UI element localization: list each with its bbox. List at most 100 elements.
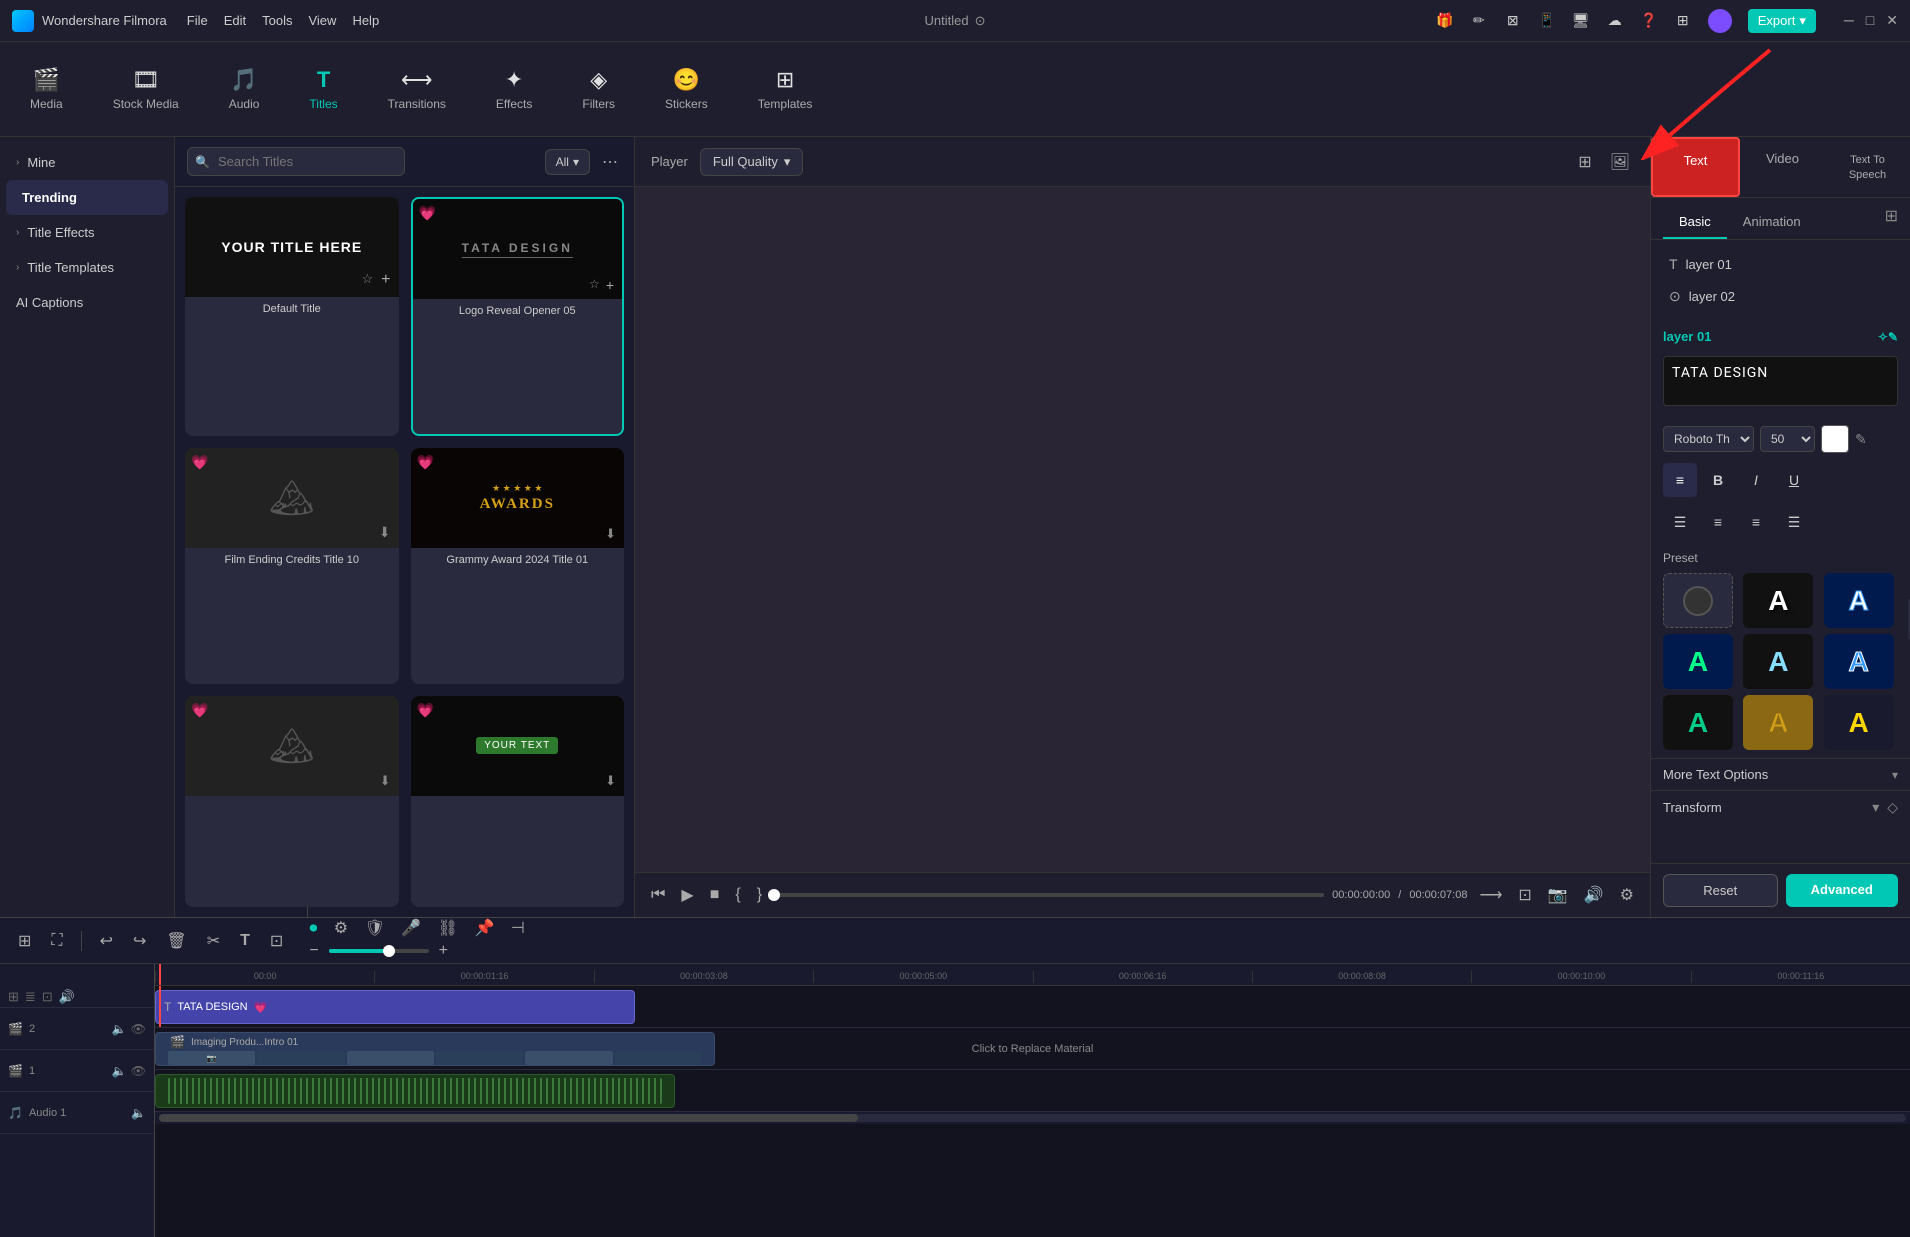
toolbar-media[interactable]: 🎬 Media bbox=[20, 61, 73, 117]
menu-help[interactable]: Help bbox=[352, 13, 379, 28]
tl-record-icon[interactable]: ⏺ bbox=[303, 916, 323, 941]
tab-video[interactable]: Video bbox=[1740, 137, 1825, 197]
phone-icon[interactable]: 📱 bbox=[1538, 12, 1556, 30]
sub-tab-animation[interactable]: Animation bbox=[1727, 206, 1817, 239]
cloud-icon[interactable]: ☁ bbox=[1606, 12, 1624, 30]
default-plus-icon[interactable]: + bbox=[381, 271, 390, 289]
preview-icon[interactable]: 🖼 bbox=[1606, 148, 1634, 176]
tab-text-to-speech[interactable]: Text To Speech bbox=[1825, 137, 1910, 197]
title-card-default[interactable]: YOUR TITLE HERE ☆ + Default Title bbox=[185, 197, 399, 436]
grid-icon[interactable]: ⊞ bbox=[1674, 12, 1692, 30]
preset-4[interactable]: A bbox=[1743, 634, 1813, 689]
panel-title-effects[interactable]: › Title Effects bbox=[0, 215, 174, 250]
tl-zoom-minus-icon[interactable]: − bbox=[303, 938, 324, 964]
preset-8[interactable]: A bbox=[1824, 695, 1894, 750]
film-ending-download-icon[interactable]: ⬇ bbox=[379, 524, 391, 540]
preset-5[interactable]: A bbox=[1824, 634, 1894, 689]
tl-pip-icon[interactable]: ⊡ bbox=[42, 989, 53, 1005]
preset-7[interactable]: A bbox=[1743, 695, 1813, 750]
reset-button[interactable]: Reset bbox=[1663, 874, 1778, 907]
preset-empty[interactable] bbox=[1663, 573, 1733, 628]
player-quality-selector[interactable]: Full Quality ▾ bbox=[700, 148, 804, 176]
skip-back-button[interactable]: ⏮ bbox=[647, 882, 669, 908]
align-center-button[interactable]: ≡ bbox=[1701, 505, 1735, 539]
title-card-6[interactable]: 💗 YOUR TEXT ⬇ bbox=[411, 696, 625, 907]
maximize-button[interactable]: □ bbox=[1866, 12, 1874, 29]
default-star-icon[interactable]: ☆ bbox=[362, 271, 374, 289]
export-button[interactable]: Export ▾ bbox=[1748, 9, 1816, 33]
tl-snap-icon[interactable]: 📌 bbox=[469, 916, 501, 941]
font-color-picker[interactable] bbox=[1821, 425, 1849, 453]
sub-tab-extra-icon[interactable]: ⊞ bbox=[1885, 206, 1898, 239]
layer-02-item[interactable]: ⊙ layer 02 bbox=[1659, 280, 1902, 313]
title-card-logo-reveal[interactable]: 💗 TATA DESIGN ☆ + Logo Reveal Opener 05 bbox=[411, 197, 625, 436]
track2-speaker-icon[interactable]: 🔈 bbox=[112, 1022, 127, 1036]
tl-layout-icon[interactable]: ⊞ bbox=[12, 927, 37, 955]
logo-reveal-star-icon[interactable]: ☆ bbox=[589, 277, 600, 293]
panel-trending[interactable]: Trending bbox=[6, 180, 168, 215]
scroll-track[interactable] bbox=[159, 1114, 1906, 1122]
gift-icon[interactable]: 🎁 bbox=[1436, 12, 1454, 30]
card5-download-icon[interactable]: ⬇ bbox=[380, 773, 391, 788]
minimize-button[interactable]: ─ bbox=[1844, 12, 1854, 29]
toolbar-stickers[interactable]: 😊 Stickers bbox=[655, 61, 718, 117]
grammy-download-icon[interactable]: ⬇ bbox=[605, 526, 616, 542]
font-size-select[interactable]: 50 bbox=[1760, 426, 1815, 452]
toolbar-templates[interactable]: ⊞ Templates bbox=[748, 61, 823, 117]
preset-6[interactable]: A bbox=[1663, 695, 1733, 750]
progress-bar[interactable] bbox=[774, 893, 1324, 897]
card6-download-icon[interactable]: ⬇ bbox=[605, 773, 616, 788]
title-card-film-ending[interactable]: 💗 🏔 ⬇ Film Ending Credits Title 10 bbox=[185, 448, 399, 683]
tl-title-clip[interactable]: T TATA DESIGN 💗 bbox=[155, 990, 635, 1024]
toolbar-effects[interactable]: ✦ Effects bbox=[486, 61, 542, 117]
align-right-button[interactable]: ≡ bbox=[1739, 505, 1773, 539]
toolbar-audio[interactable]: 🎵 Audio bbox=[219, 61, 270, 117]
preset-3[interactable]: A bbox=[1663, 634, 1733, 689]
tl-settings-icon[interactable]: ⚙ bbox=[328, 916, 354, 941]
titles-more-button[interactable]: ⋯ bbox=[598, 148, 622, 176]
preset-1[interactable]: A bbox=[1743, 573, 1813, 628]
tl-clip-icon[interactable]: ⊡ bbox=[264, 927, 289, 955]
format-bold-button[interactable]: B bbox=[1701, 463, 1735, 497]
snapshot-icon[interactable]: 📷 bbox=[1544, 881, 1572, 909]
track2-eye-icon[interactable]: 👁 bbox=[131, 1022, 146, 1036]
tl-add-layer-icon[interactable]: ⊞ bbox=[8, 989, 19, 1005]
edit-ai-icon[interactable]: ✧✎ bbox=[1878, 330, 1898, 344]
track1-speaker-icon[interactable]: 🔈 bbox=[112, 1064, 127, 1078]
tl-trash-icon[interactable]: 🗑 bbox=[160, 927, 192, 955]
toolbar-transitions[interactable]: ⟷ Transitions bbox=[378, 61, 456, 117]
pen-icon[interactable]: ✏ bbox=[1470, 12, 1488, 30]
share-icon[interactable]: ⊠ bbox=[1504, 12, 1522, 30]
title-card-5[interactable]: 💗 🏔 ⬇ bbox=[185, 696, 399, 907]
title-card-grammy[interactable]: 💗 ★ ★ ★ ★ ★ AWARDS ⬇ Grammy Award 2024 T… bbox=[411, 448, 625, 683]
sub-tab-basic[interactable]: Basic bbox=[1663, 206, 1727, 239]
transform-diamond-icon[interactable]: ◇ bbox=[1887, 799, 1898, 816]
align-left-button[interactable]: ☰ bbox=[1663, 505, 1697, 539]
arrow-right-icon[interactable]: ⟶ bbox=[1475, 881, 1506, 909]
font-family-select[interactable]: Roboto Th bbox=[1663, 426, 1754, 452]
format-underline-button[interactable]: U bbox=[1777, 463, 1811, 497]
user-avatar[interactable] bbox=[1708, 9, 1732, 33]
preset-2[interactable]: A bbox=[1824, 573, 1894, 628]
settings-icon[interactable]: ⚙ bbox=[1616, 881, 1638, 909]
titles-filter[interactable]: All ▾ bbox=[545, 149, 590, 175]
format-italic-button[interactable]: I bbox=[1739, 463, 1773, 497]
menu-edit[interactable]: Edit bbox=[224, 13, 246, 28]
search-input[interactable] bbox=[187, 147, 405, 176]
panel-mine[interactable]: › Mine bbox=[0, 145, 174, 180]
screen-icon[interactable]: 🖥 bbox=[1572, 12, 1590, 30]
play-button[interactable]: ▶ bbox=[677, 881, 697, 909]
tl-zoom-plus-icon[interactable]: + bbox=[433, 938, 454, 964]
text-content-input[interactable] bbox=[1663, 356, 1898, 406]
menu-file[interactable]: File bbox=[187, 13, 208, 28]
multi-view-icon[interactable]: ⊞ bbox=[1574, 148, 1595, 176]
multi-screen-icon[interactable]: ⊡ bbox=[1514, 881, 1535, 909]
curly-right-button[interactable]: } bbox=[753, 882, 766, 908]
more-text-options[interactable]: More Text Options ▾ bbox=[1651, 758, 1910, 790]
tl-subtitle-icon[interactable]: ≣ bbox=[25, 989, 36, 1005]
tl-playhead[interactable] bbox=[159, 964, 161, 985]
logo-reveal-plus-icon[interactable]: + bbox=[606, 277, 614, 293]
close-button[interactable]: ✕ bbox=[1886, 12, 1898, 29]
toolbar-stock-media[interactable]: 🎞 Stock Media bbox=[103, 61, 189, 117]
stop-button[interactable]: ■ bbox=[706, 882, 724, 908]
